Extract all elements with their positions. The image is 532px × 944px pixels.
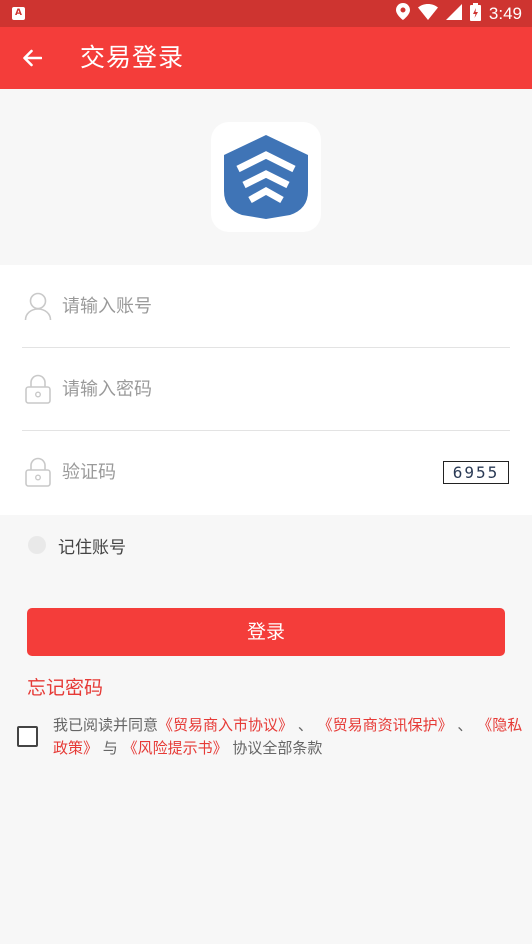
- agreement-checkbox[interactable]: [17, 726, 38, 747]
- wifi-icon: [417, 3, 438, 24]
- status-icons: 3:49: [395, 0, 522, 27]
- risk-disclosure-link[interactable]: 《风险提示书》: [123, 739, 228, 757]
- remember-account-toggle[interactable]: 记住账号: [28, 530, 126, 560]
- signal-icon: [445, 3, 462, 24]
- agreement-separator: 、: [457, 716, 473, 734]
- account-input[interactable]: [62, 289, 422, 323]
- remember-label: 记住账号: [58, 537, 126, 558]
- notification-icon: A: [12, 7, 25, 20]
- agreement-conjunction: 与: [102, 739, 118, 757]
- captcha-input[interactable]: [62, 455, 362, 489]
- lock-icon: [25, 374, 51, 404]
- password-input[interactable]: [62, 372, 422, 406]
- page-title: 交易登录: [80, 43, 185, 72]
- agreement-prefix: 我已阅读并同意: [53, 716, 159, 734]
- clock: 3:49: [488, 3, 522, 23]
- agreement-suffix: 协议全部条款: [232, 739, 323, 757]
- captcha-image[interactable]: 6955: [443, 461, 509, 484]
- market-agreement-link[interactable]: 《贸易商入市协议》: [158, 716, 293, 734]
- info-protection-link[interactable]: 《贸易商资讯保护》: [318, 716, 453, 734]
- login-button[interactable]: 登录: [27, 608, 505, 656]
- back-button[interactable]: [14, 40, 50, 76]
- location-icon: [395, 3, 410, 24]
- agreement-separator: 、: [297, 716, 313, 734]
- app-logo: [211, 122, 321, 232]
- lock-icon: [25, 457, 51, 487]
- arrow-left-icon: [23, 49, 42, 67]
- status-bar: A 3:49: [0, 0, 532, 27]
- agreement-text: 我已阅读并同意《贸易商入市协议》 、 《贸易商资讯保护》 、 《隐私政策》 与 …: [53, 714, 523, 760]
- login-form: 6955: [0, 265, 532, 515]
- forgot-password-link[interactable]: 忘记密码: [27, 673, 103, 700]
- captcha-row: 6955: [22, 431, 510, 513]
- login-page: A 3:49 交易登录 请输入账号 验证码 6955 记住账号 登录 忘记密码 …: [0, 0, 532, 944]
- password-row: [22, 348, 510, 431]
- battery-icon: [469, 2, 481, 25]
- remember-checkbox[interactable]: [28, 536, 46, 554]
- user-icon: [24, 292, 52, 321]
- app-bar: 交易登录: [0, 27, 532, 89]
- account-row: [22, 265, 510, 348]
- logo-area: [0, 89, 532, 265]
